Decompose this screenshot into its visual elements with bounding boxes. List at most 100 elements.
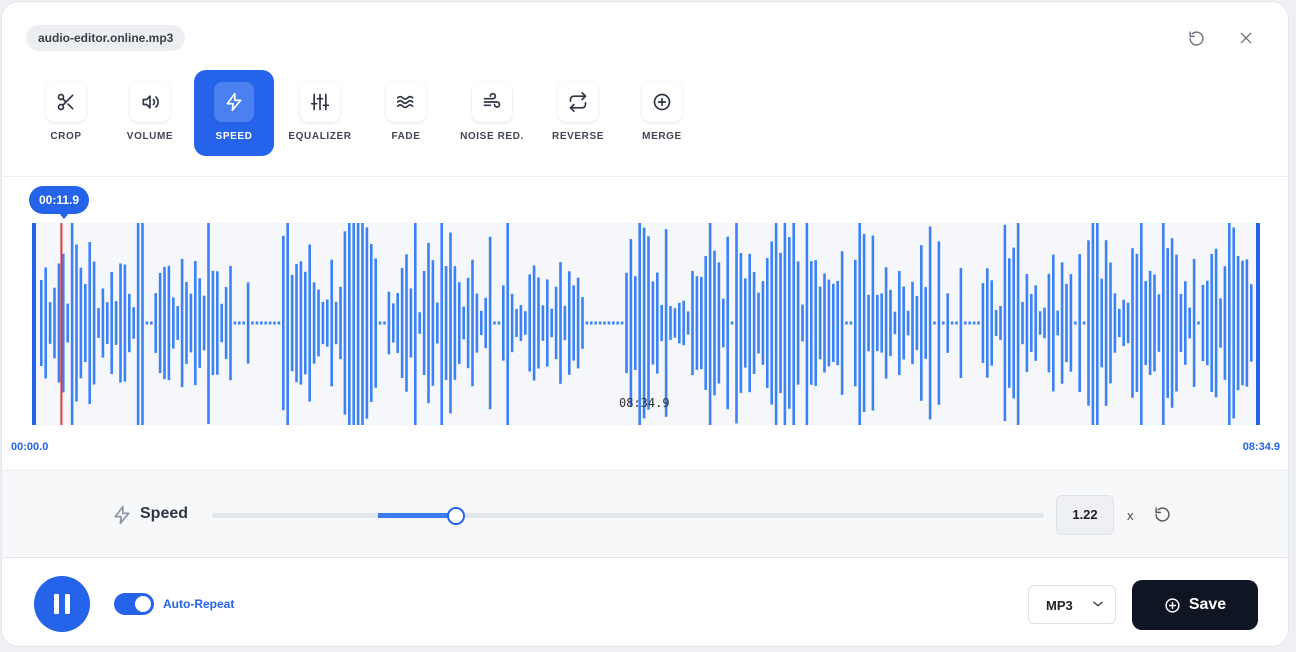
waveform-bar xyxy=(158,272,162,374)
waveform-bar xyxy=(422,271,426,375)
waveform-bar xyxy=(97,308,100,338)
waveform-bar xyxy=(713,250,716,396)
waveform-bar xyxy=(1056,310,1059,336)
waveform-bar xyxy=(308,244,311,402)
pause-button[interactable] xyxy=(34,576,90,632)
waveform-bar xyxy=(1052,254,1055,392)
waveform-bar xyxy=(1223,266,1227,380)
waveform-bar xyxy=(1131,248,1134,398)
waveform-bar xyxy=(163,266,166,380)
waveform-bar xyxy=(299,261,303,385)
waveform-bar xyxy=(726,236,729,410)
waveform-bar xyxy=(691,270,694,376)
waveform-bar xyxy=(1087,240,1090,406)
waveform-bar xyxy=(497,321,501,325)
format-select[interactable]: MP3 xyxy=(1028,585,1116,624)
waveform-bar xyxy=(211,270,215,376)
waveform-bar xyxy=(427,242,430,404)
tool-reverse[interactable]: REVERSE xyxy=(538,70,618,156)
slider-thumb[interactable] xyxy=(447,507,465,525)
waveform-bar xyxy=(519,305,523,341)
waveform-bar xyxy=(678,302,681,344)
waveform-bar xyxy=(480,310,483,336)
waves-icon xyxy=(386,82,426,122)
undo-icon[interactable] xyxy=(1186,28,1206,48)
tool-bar: CROP VOLUME SPEED EQUALIZER FADE NOISE R… xyxy=(2,70,722,156)
tool-label: SPEED xyxy=(215,131,253,142)
waveform-bar xyxy=(590,321,593,325)
waveform-bar xyxy=(1201,284,1205,362)
waveform-bar xyxy=(396,293,399,353)
waveform-bar xyxy=(246,282,250,364)
waveform-bar xyxy=(202,295,206,351)
waveform-bar xyxy=(1038,311,1042,335)
waveform-bar xyxy=(114,301,118,345)
waveform-bar xyxy=(634,276,637,370)
waveform-bar xyxy=(805,223,809,425)
waveform-bar xyxy=(185,282,188,364)
tool-fade[interactable]: FADE xyxy=(366,70,446,156)
waveform-bar xyxy=(444,266,448,380)
waveform-bar xyxy=(70,223,74,425)
waveform-bar xyxy=(348,223,351,425)
header: audio-editor.online.mp3 CROP VOLUME SPEE… xyxy=(2,2,1288,176)
waveform-bar xyxy=(638,223,641,425)
waveform-bar xyxy=(317,289,320,357)
waveform-bar xyxy=(458,282,461,364)
waveform-bar xyxy=(906,310,910,336)
speed-slider[interactable] xyxy=(212,507,1044,525)
waveform-bar xyxy=(431,260,435,386)
tool-crop[interactable]: CROP xyxy=(26,70,106,156)
plus-circle-icon xyxy=(1164,597,1181,614)
waveform-bar xyxy=(352,223,355,425)
waveform-bar xyxy=(1104,240,1108,406)
waveform-bar xyxy=(493,321,496,325)
center-time-label: 08:34.9 xyxy=(619,396,670,410)
waveform[interactable] xyxy=(32,223,1260,425)
waveform-bar xyxy=(141,223,144,425)
waveform-bar xyxy=(858,223,861,425)
waveform-bar xyxy=(1148,270,1152,375)
waveform-bar xyxy=(264,321,267,325)
waveform-bar xyxy=(1157,294,1161,352)
reset-icon[interactable] xyxy=(1154,506,1171,528)
tool-label: FADE xyxy=(391,131,421,142)
waveform-bar xyxy=(836,280,839,366)
waveform-bar xyxy=(656,272,659,374)
waveform-bar xyxy=(436,302,439,344)
waveform-bar xyxy=(304,271,307,375)
waveform-bar xyxy=(990,280,993,366)
tool-noise-reduction[interactable]: NOISE RED. xyxy=(452,70,532,156)
waveform-bar xyxy=(255,321,259,325)
waveform-bar xyxy=(136,223,140,425)
speed-value-input[interactable]: 1.22 xyxy=(1056,495,1114,535)
tool-speed[interactable]: SPEED xyxy=(194,70,274,156)
waveform-bar xyxy=(1175,254,1178,392)
tool-volume[interactable]: VOLUME xyxy=(110,70,190,156)
tool-merge[interactable]: MERGE xyxy=(622,70,702,156)
scissors-icon xyxy=(46,82,86,122)
waveform-bar xyxy=(295,263,298,383)
waveform-bar xyxy=(132,307,135,339)
waveform-bar xyxy=(1245,259,1249,387)
waveform-bar xyxy=(224,287,228,360)
auto-repeat-toggle[interactable] xyxy=(114,593,154,615)
waveform-bar xyxy=(612,321,615,325)
equalizer-icon xyxy=(300,82,340,122)
close-icon[interactable] xyxy=(1236,28,1256,48)
waveform-bar xyxy=(1096,223,1099,425)
waveform-bar xyxy=(598,321,602,325)
waveform-bar xyxy=(1043,307,1046,339)
waveform-bar xyxy=(898,271,901,375)
waveform-bar xyxy=(387,291,391,355)
waveform-bar xyxy=(510,293,514,353)
playhead-time-tooltip: 00:11.9 xyxy=(29,186,90,219)
waveform-bar xyxy=(1122,299,1125,347)
tool-equalizer[interactable]: EQUALIZER xyxy=(280,70,360,156)
waveform-bar xyxy=(88,242,91,404)
waveform-bar xyxy=(700,276,703,370)
waveform-bar xyxy=(488,236,492,410)
waveform-bar xyxy=(92,261,96,385)
save-button[interactable]: Save xyxy=(1132,580,1258,630)
waveform-bar xyxy=(1192,258,1196,387)
